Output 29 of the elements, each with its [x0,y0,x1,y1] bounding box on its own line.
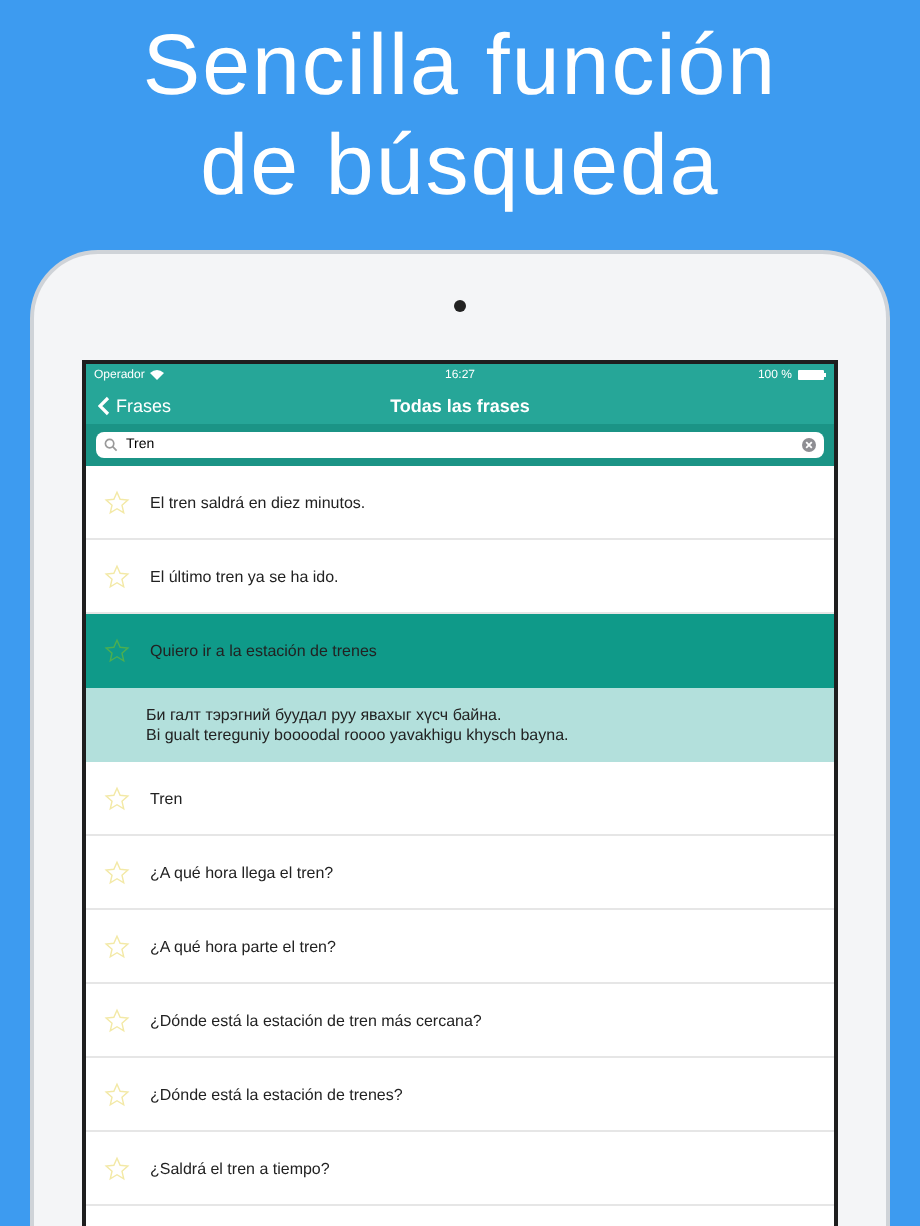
phrase-row[interactable]: ¿A qué hora parte el tren? [86,910,834,984]
clear-icon[interactable] [802,438,816,452]
phrase-text: Quiero ir a la estación de trenes [150,641,377,659]
search-icon [104,438,118,452]
star-icon[interactable] [104,637,130,663]
phrase-text: ¿Dónde está la estación de tren más cercana? [150,1011,482,1029]
phrase-row[interactable]: ¿Dónde está la estación de tren más cercana? [86,984,834,1058]
screen-title: Todas las frases [388,395,532,415]
phrase-text: Tren [150,789,183,807]
phrase-row[interactable]: ¿Dónde está la estación de trenes? [86,1058,834,1132]
phrase-row[interactable]: Tren [86,762,834,836]
phrase-text: ¿A qué hora parte el tren? [150,937,336,955]
translation-text: Bi gualt tereguniy boooodal roooo yavakhigu khysch bayna. [146,725,569,745]
wifi-icon [150,370,165,380]
phrase-row[interactable]: ¿A qué hora llega el tren? [86,836,834,910]
phrase-text: ¿Dónde está la estación de trenes? [150,1085,403,1103]
chevron-icon [98,395,110,415]
phrase-row[interactable]: ¿Saldrá el tren a tiempo? [86,1132,834,1206]
phrase-row[interactable]: El tren saldrá en diez minutos. [86,466,834,540]
battery-icon [797,370,826,380]
camera-dot [454,300,466,312]
headline-line: Sencilla función [142,16,778,116]
translation-text: Би галт тэрэгний буудал руу явахыг хүсч байна. [146,705,504,725]
phrase-text: ¿A qué hora llega el tren? [150,863,334,881]
phrase-text: El último tren ya se ha ido. [150,567,339,585]
phrase-text: ¿Saldrá el tren a tiempo? [150,1159,330,1177]
phrase-text: El tren saldrá en diez minutos. [150,493,366,511]
headline-line: de búsqueda [200,116,720,216]
phrase-row[interactable]: Quiero ir a la estación de trenes [86,614,834,688]
